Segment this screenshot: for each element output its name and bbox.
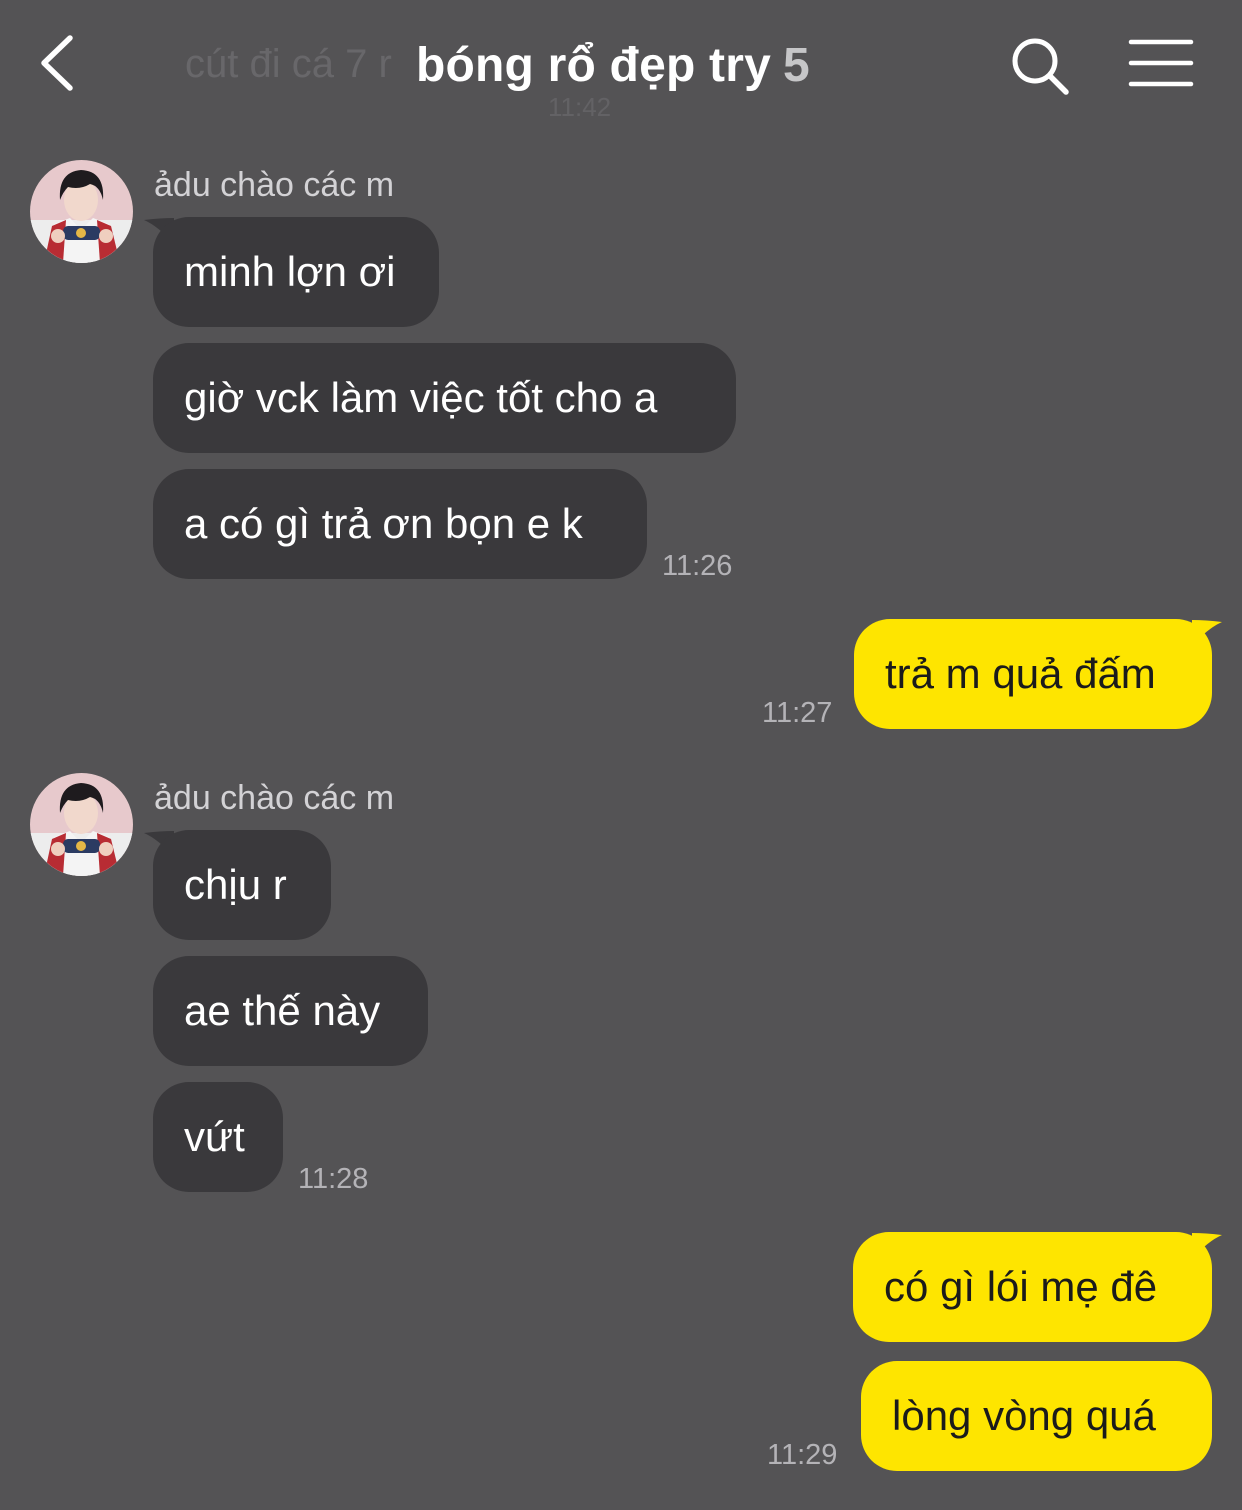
menu-button[interactable]: [1128, 36, 1194, 92]
message-bubble[interactable]: giờ vck làm việc tốt cho a: [153, 343, 736, 453]
sender-avatar[interactable]: [30, 773, 133, 876]
my-message-bubble[interactable]: có gì lói mẹ đê: [853, 1232, 1212, 1342]
bubble-tail: [1192, 1233, 1222, 1259]
sender-name: ảdu chào các m: [154, 166, 395, 204]
message-bubble[interactable]: a có gì trả ơn bọn e k: [153, 469, 647, 579]
scrolled-message-preview: cút đi cá 7 r: [185, 42, 392, 86]
my-message-bubble[interactable]: trả m quả đấm: [854, 619, 1212, 729]
bubble-tail: [1192, 620, 1222, 646]
chat-title: bóng rổ đẹp try 5: [416, 38, 810, 98]
message-timestamp: 11:29: [767, 1439, 838, 1471]
message-bubble[interactable]: chịu r: [153, 830, 331, 940]
chat-title-text: bóng rổ đẹp try: [416, 39, 771, 92]
message-timestamp: 11:27: [762, 697, 833, 729]
my-message-bubble[interactable]: lòng vòng quá: [861, 1361, 1212, 1471]
message-timestamp: 11:26: [662, 550, 733, 582]
chevron-left-icon: [41, 35, 73, 91]
search-icon: [1012, 38, 1069, 95]
search-button[interactable]: [1008, 34, 1072, 98]
message-timestamp: 11:28: [298, 1163, 369, 1195]
back-button[interactable]: [30, 30, 90, 96]
chat-header: cút đi cá 7 r 11:42 bóng rổ đẹp try 5: [0, 0, 1242, 130]
member-count: 5: [782, 39, 810, 92]
sender-name: ảdu chào các m: [154, 779, 395, 817]
hamburger-menu-icon: [1128, 39, 1194, 87]
message-bubble[interactable]: ae thế này: [153, 956, 428, 1066]
message-bubble[interactable]: minh lợn ơi: [153, 217, 439, 327]
message-bubble[interactable]: vứt: [153, 1082, 283, 1192]
sender-avatar[interactable]: [30, 160, 133, 263]
